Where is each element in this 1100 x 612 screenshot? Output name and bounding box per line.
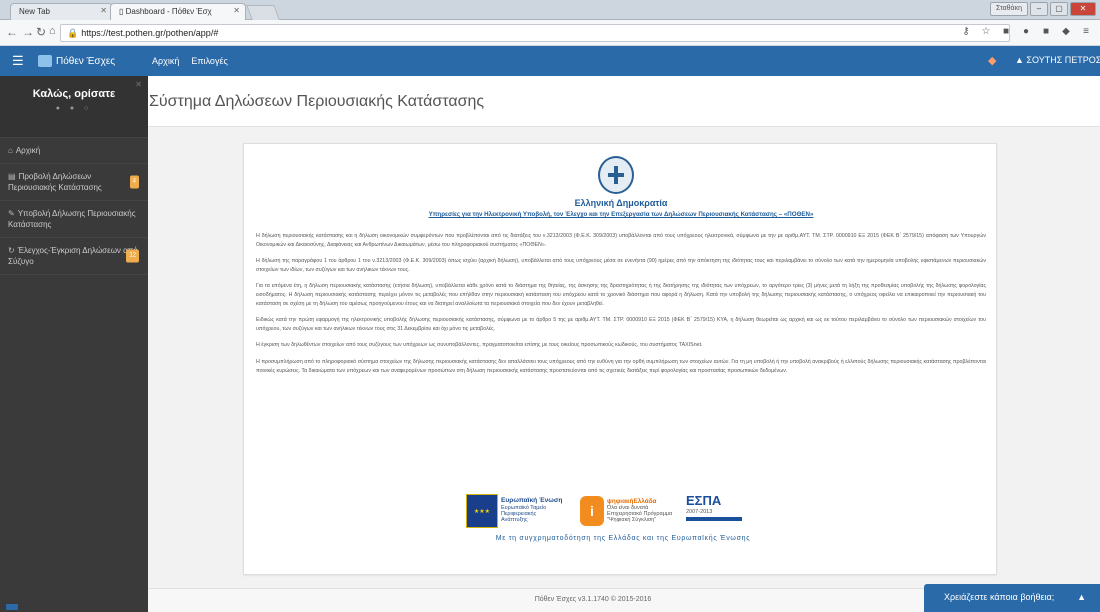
sidebar-footer-icon[interactable] (6, 604, 18, 610)
espa-title: ΕΣΠΑ (686, 493, 722, 508)
app-navbar: ☰ Πόθεν Έσχες Αρχική Επιλογές ◆ ▲ ΣΟΥΤΗΣ… (0, 46, 1100, 76)
gov-title: Ελληνική Δημοκρατία (574, 198, 668, 208)
list-icon: ▤ (8, 172, 16, 181)
close-icon[interactable]: ✕ (233, 6, 240, 15)
minimize-icon[interactable]: – (1030, 2, 1048, 16)
notification-icon[interactable]: ◆ (988, 54, 996, 67)
paragraph: Η έγκριση των δηλωθέντων στοιχείων από τ… (256, 342, 703, 349)
espa-years: 2007-2013 (686, 509, 713, 515)
sidebar-item-submit-declaration[interactable]: ✎ Υποβολή Δήλωσης Περιουσιακής Κατάστασης (0, 201, 148, 238)
maximize-icon[interactable]: ▢ (1050, 2, 1068, 16)
close-window-icon[interactable]: ✕ (1070, 2, 1096, 16)
eu-logo: ★★★ Ευρωπαϊκή Ένωση Ευρωπαϊκό Ταμείο Περ… (466, 493, 574, 529)
sidebar-item-view-declarations[interactable]: ▤ Προβολή Δηλώσεων Περιουσιακής Κατάσταση… (0, 164, 148, 201)
nav-links: Αρχική Επιλογές (152, 46, 228, 76)
sidebar-menu: ⌂ Αρχική ▤ Προβολή Δηλώσεων Περιουσιακής Κ… (0, 138, 148, 275)
help-label: Χρειάζεστε κάποια βοήθεια; (944, 592, 1055, 602)
extension-b-icon[interactable]: ■ (1000, 26, 1012, 38)
browser-tab-dashboard[interactable]: ▯ Dashboard - Πόθεν Έσχ ✕ (110, 3, 246, 20)
brand[interactable]: Πόθεν Έσχες (38, 46, 146, 76)
paragraph: Η δήλωση περιουσιακής κατάστασης και η δ… (256, 233, 986, 248)
close-icon[interactable]: ✕ (135, 80, 142, 89)
refresh-icon: ↻ (8, 246, 15, 255)
footer-version: Πόθεν Έσχες v3.1.1740 © 2015-2016 (534, 596, 652, 603)
tab-label: Dashboard - Πόθεν Έσχ (125, 7, 212, 16)
sidebar-dots: ● ● ○ (55, 105, 93, 112)
sidebar-header: ✕ Καλώς, ορίσατε ● ● ○ (0, 76, 148, 138)
browser-tabbar: New Tab ✕ ▯ Dashboard - Πόθεν Έσχ ✕ Σταθ… (0, 0, 1100, 20)
page-title: Σύστημα Δηλώσεων Περιουσιακής Κατάστασης (148, 76, 1100, 127)
menu-icon[interactable]: ≡ (1080, 26, 1092, 38)
extension-icons: ⚷ ☆ ■ ● ■ ◆ ≡ (960, 26, 1092, 38)
url-input[interactable]: 🔒 https://test.pothen.gr/pothen/app/# (60, 24, 1010, 42)
extension-square-icon[interactable]: ■ (1040, 26, 1052, 38)
user-name: ΣΟΥΤΗΣ ΠΕΤΡΟΣ (1026, 55, 1100, 65)
extension-color-icon[interactable]: ◆ (1060, 26, 1072, 38)
hamburger-menu-icon[interactable]: ☰ (12, 53, 24, 69)
star-icon[interactable]: ☆ (980, 26, 992, 38)
nav-link-options[interactable]: Επιλογές (191, 56, 227, 66)
new-tab-button[interactable] (246, 5, 280, 20)
sidebar-item-label: Έλεγχος-Έγκριση Δηλώσεων από Σύζυγο (8, 246, 138, 266)
tab-label: New Tab (19, 7, 50, 16)
count-badge: 4 (129, 175, 139, 189)
main-content: Σύστημα Δηλώσεων Περιουσιακής Κατάστασης… (148, 76, 1100, 612)
paragraph: Για τα επόμενα έτη, η δήλωση περιουσιακή… (256, 283, 986, 307)
nav-link-home[interactable]: Αρχική (152, 56, 179, 66)
greek-emblem-icon (598, 156, 634, 194)
espa-bar (686, 517, 742, 521)
sidebar-item-spouse-approval[interactable]: ↻ Έλεγχος-Έγκριση Δηλώσεων από Σύζυγο 12 (0, 238, 148, 275)
cofinance-text: Με τη συγχρηματοδότηση της Ελλάδας και τ… (495, 535, 751, 542)
count-badge: 12 (126, 249, 139, 263)
extension-pin-icon[interactable]: ● (1020, 26, 1032, 38)
espa-logo: ΕΣΠΑ 2007-2013 (686, 493, 778, 529)
sidebar-item-home[interactable]: ⌂ Αρχική (0, 138, 148, 164)
user-menu[interactable]: ▲ ΣΟΥΤΗΣ ΠΕΤΡΟΣ (1015, 55, 1100, 65)
home-browser-icon[interactable]: ⌂ (49, 25, 56, 37)
info-paragraphs: Η δήλωση περιουσιακής κατάστασης και η δ… (256, 232, 986, 383)
paragraph: Η δήλωση της παραγράφου 1 του άρθρου 1 τ… (256, 258, 986, 273)
window-controls: Σταθάκη – ▢ ✕ (989, 2, 1096, 16)
brand-logo-icon (38, 55, 52, 67)
forward-icon[interactable]: → (22, 25, 34, 39)
lock-icon: 🔒 (67, 28, 79, 38)
paragraph: Ειδικώς κατά την πρώτη εφαρμογή της ηλεκ… (256, 317, 986, 332)
pencil-icon: ✎ (8, 209, 15, 218)
sidebar: ✕ Καλώς, ορίσατε ● ● ○ ⌂ Αρχική ▤ Προβολή … (0, 76, 148, 612)
user-icon: ▲ (1015, 55, 1027, 65)
digital-greece-text: ψηφιακήΕλλάδα Όλα είναι δυνατά Επιχειρησ… (607, 497, 673, 524)
digital-greece-logo: i ψηφιακήΕλλάδα Όλα είναι δυνατά Επιχειρ… (580, 493, 678, 529)
window-user[interactable]: Σταθάκη (989, 2, 1028, 16)
home-icon: ⌂ (8, 146, 13, 155)
document-icon: ▯ (119, 7, 126, 16)
reload-icon[interactable]: ↻ (36, 25, 46, 39)
help-button[interactable]: Χρειάζεστε κάποια βοήθεια; ▲ (924, 584, 1100, 612)
key-icon[interactable]: ⚷ (960, 26, 972, 38)
back-icon[interactable]: ← (6, 25, 18, 39)
digital-greece-icon: i (580, 496, 604, 526)
browser-tab-new[interactable]: New Tab ✕ (10, 3, 113, 20)
welcome-text: Καλώς, ορίσατε (32, 88, 116, 100)
gov-subtitle-link[interactable]: Υπηρεσίες για την Ηλεκτρονική Υποβολή, τ… (244, 211, 998, 218)
sidebar-item-label: Υποβολή Δήλωσης Περιουσιακής Κατάστασης (8, 209, 136, 229)
eu-flag-icon: ★★★ (466, 494, 498, 528)
url-text: https://test.pothen.gr/pothen/app/# (81, 28, 219, 38)
paragraph: Η προσυμπλήρωση από το πληροφοριακό σύστ… (256, 358, 986, 374)
sidebar-item-label: Προβολή Δηλώσεων Περιουσιακής Κατάστασης (8, 172, 102, 192)
close-icon[interactable]: ✕ (100, 6, 107, 15)
eu-logo-text: Ευρωπαϊκή Ένωση Ευρωπαϊκό Ταμείο Περιφερ… (501, 497, 563, 524)
brand-label: Πόθεν Έσχες (56, 55, 116, 67)
sidebar-item-label: Αρχική (15, 146, 41, 155)
info-card: Ελληνική Δημοκρατία Υπηρεσίες για την Ηλ… (243, 143, 997, 575)
browser-addressbar: ← → ↻ ⌂ 🔒 https://test.pothen.gr/pothen/a… (0, 20, 1100, 46)
chevron-up-icon: ▲ (1077, 592, 1086, 602)
funding-logos: ★★★ Ευρωπαϊκή Ένωση Ευρωπαϊκό Ταμείο Περ… (466, 493, 780, 549)
